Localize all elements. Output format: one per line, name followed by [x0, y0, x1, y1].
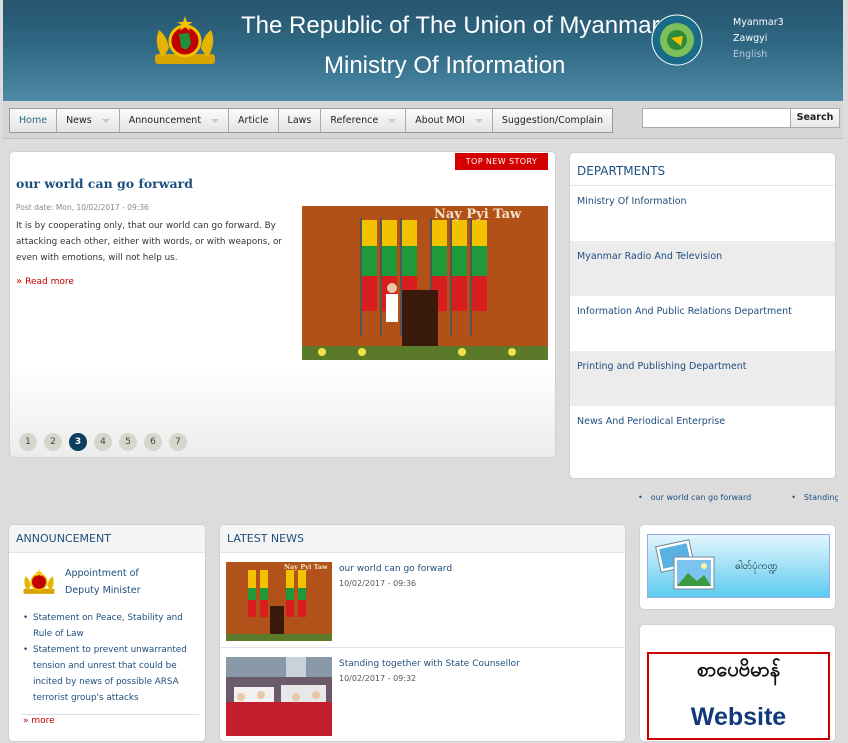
news-row: Nay Pyi Taw our world can go forward 10/…: [220, 554, 625, 648]
dropdown-caret-icon: [474, 118, 483, 123]
gallery-label: ဓါတ်ပုံကဏ္ဍ: [735, 561, 778, 572]
ministry-seal-icon: [651, 14, 703, 66]
news-photo: [226, 657, 332, 736]
search-input[interactable]: [642, 108, 791, 128]
nav-announcement-label: Announcement: [128, 115, 202, 126]
announcement-feature-line1: Appointment of: [65, 568, 139, 579]
pager-page-7[interactable]: 7: [169, 433, 187, 451]
nav-news-label: News: [66, 115, 92, 126]
announcement-more-label: more: [31, 716, 55, 726]
lang-zawgyi[interactable]: Zawgyi: [733, 31, 784, 47]
ticker-item[interactable]: Standing: [791, 493, 838, 502]
nav-announcement[interactable]: Announcement: [120, 109, 230, 132]
photo-gallery-banner[interactable]: ဓါတ်ပုံကဏ္ဍ: [647, 534, 830, 598]
photo-gallery-icon: [655, 539, 715, 590]
featured-image[interactable]: Nay Pyi Taw: [302, 206, 548, 360]
latest-news-heading: LATEST NEWS: [220, 525, 625, 553]
website-english-label: Website: [690, 703, 787, 731]
state-emblem-icon: [23, 569, 55, 594]
lang-english[interactable]: English: [733, 47, 784, 63]
news-title[interactable]: our world can go forward: [339, 564, 452, 574]
news-photo: Nay Pyi Taw: [226, 562, 332, 641]
announcement-list: Statement on Peace, Stability and Rule o…: [23, 610, 201, 706]
site-title-line2: Ministry Of Information: [324, 52, 566, 79]
divider: [21, 714, 199, 715]
nav-about[interactable]: About MOI: [406, 109, 493, 132]
nav-reference[interactable]: Reference: [321, 109, 407, 132]
pager-page-3[interactable]: 3: [69, 433, 87, 451]
announcement-item[interactable]: Statement to prevent unwarranted tension…: [23, 642, 201, 706]
ticker-item[interactable]: our world can go forward: [638, 493, 751, 502]
featured-pager: 1 2 3 4 5 6 7: [19, 433, 194, 451]
image-caption: Nay Pyi Taw: [434, 207, 522, 222]
sarpay-beikman-website-banner[interactable]: စာပေဗိမာန် Website: [647, 652, 830, 740]
nav-article[interactable]: Article: [229, 109, 279, 132]
news-image-caption: Nay Pyi Taw: [284, 563, 328, 571]
nav-news[interactable]: News: [57, 109, 120, 132]
news-thumbnail[interactable]: Nay Pyi Taw: [226, 562, 332, 641]
announcement-heading: ANNOUNCEMENT: [9, 525, 205, 553]
pager-page-5[interactable]: 5: [119, 433, 137, 451]
dept-item-ministry[interactable]: Ministry Of Information: [570, 186, 835, 241]
dept-item-mrtv[interactable]: Myanmar Radio And Television: [570, 241, 835, 296]
announcement-more-link[interactable]: » more: [23, 716, 55, 726]
featured-date: Post date: Mon, 10/02/2017 - 09:36: [16, 203, 149, 212]
nav-laws[interactable]: Laws: [279, 109, 322, 132]
dept-item-news-periodical[interactable]: News And Periodical Enterprise: [570, 406, 835, 461]
news-ticker: our world can go forward Standing: [638, 493, 838, 511]
departments-panel: DEPARTMENTS Ministry Of Information Myan…: [569, 152, 836, 479]
language-switcher: Myanmar3 Zawgyi English: [733, 15, 784, 63]
nav-suggestion-label: Suggestion/Complain: [501, 115, 603, 126]
nav-bar: Home News Announcement Article Laws Refe…: [3, 101, 843, 139]
nav-home[interactable]: Home: [10, 109, 58, 132]
pager-page-2[interactable]: 2: [44, 433, 62, 451]
announcement-feature-link[interactable]: Appointment of Deputy Minister: [65, 565, 141, 599]
featured-body: It is by cooperating only, that our worl…: [16, 221, 282, 263]
double-chevron-icon: »: [16, 276, 23, 287]
double-chevron-icon: »: [23, 716, 29, 726]
announcement-item[interactable]: Statement on Peace, Stability and Rule o…: [23, 610, 201, 642]
site-title-line1: The Republic of The Union of Myanmar: [241, 12, 660, 39]
read-more-label: Read more: [25, 277, 74, 287]
nav-laws-label: Laws: [287, 115, 312, 126]
lang-myanmar3[interactable]: Myanmar3: [733, 15, 784, 31]
latest-news-panel: LATEST NEWS Nay Pyi Taw our world can go…: [219, 524, 626, 742]
news-date: 10/02/2017 - 09:36: [339, 579, 417, 588]
search-button[interactable]: Search: [790, 108, 840, 128]
dept-item-printing[interactable]: Printing and Publishing Department: [570, 351, 835, 406]
read-more-link[interactable]: » Read more: [16, 276, 74, 287]
dropdown-caret-icon: [211, 118, 220, 123]
featured-photo: Nay Pyi Taw: [302, 206, 548, 360]
gallery-panel: ဓါတ်ပုံကဏ္ဍ: [639, 524, 836, 610]
nav-reference-label: Reference: [330, 115, 379, 126]
news-title[interactable]: Standing together with State Counsellor: [339, 659, 520, 669]
pager-page-1[interactable]: 1: [19, 433, 37, 451]
news-date: 10/02/2017 - 09:32: [339, 674, 417, 683]
nav-home-label: Home: [19, 115, 48, 126]
website-myanmar-label: စာပေဗိမာန်: [696, 657, 781, 681]
pager-page-4[interactable]: 4: [94, 433, 112, 451]
main-menu: Home News Announcement Article Laws Refe…: [9, 108, 613, 133]
dropdown-caret-icon: [101, 118, 110, 123]
nav-suggestion[interactable]: Suggestion/Complain: [493, 109, 612, 132]
nav-article-label: Article: [238, 115, 269, 126]
announcement-feature-line2: Deputy Minister: [65, 585, 141, 596]
top-story-badge: TOP NEW STORY: [455, 153, 548, 170]
website-panel: စာပေဗိမာန် Website: [639, 624, 836, 742]
news-thumbnail[interactable]: [226, 657, 332, 736]
site-header: The Republic of The Union of Myanmar Min…: [3, 0, 843, 101]
departments-heading: DEPARTMENTS: [570, 153, 835, 186]
nav-about-label: About MOI: [415, 115, 465, 126]
dropdown-caret-icon: [388, 118, 397, 123]
featured-title[interactable]: our world can go forward: [16, 176, 193, 191]
dept-item-iprd[interactable]: Information And Public Relations Departm…: [570, 296, 835, 351]
announcement-panel: ANNOUNCEMENT Appointment of Deputy Minis…: [8, 524, 206, 742]
news-row: Standing together with State Counsellor …: [220, 649, 625, 741]
pager-page-6[interactable]: 6: [144, 433, 162, 451]
state-emblem-icon: [155, 16, 215, 64]
